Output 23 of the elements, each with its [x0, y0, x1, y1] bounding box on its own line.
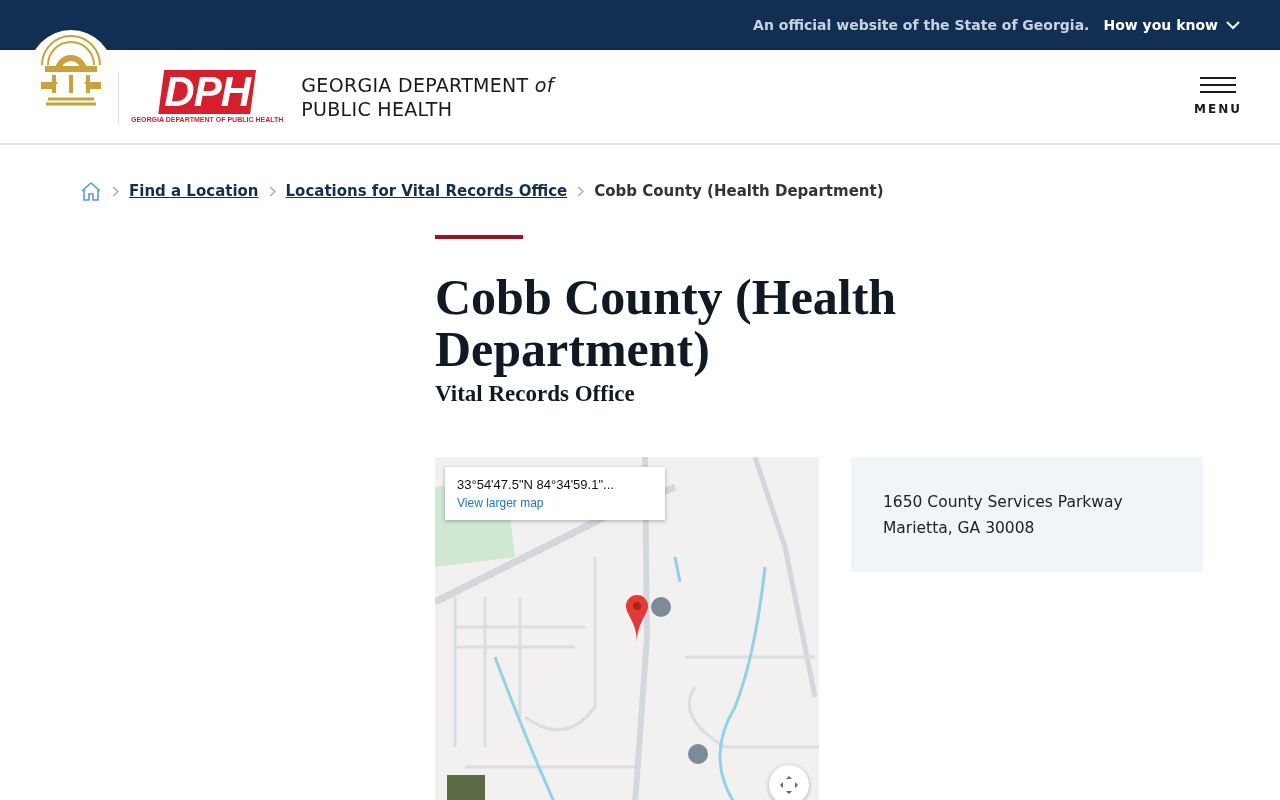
page-subtitle: Vital Records Office	[435, 380, 636, 408]
address-line: Marietta, GA 30008	[883, 518, 1036, 539]
map-coordinates: 33°54'47.5"N 84°34'59.1"...	[457, 477, 615, 492]
address-line: 1650 County Services Parkway	[883, 492, 1124, 513]
breadcrumb-current: Cobb County (Health Department)	[594, 182, 884, 200]
chevron-icon	[577, 185, 585, 197]
how-you-know-toggle[interactable]: How you know	[1103, 17, 1240, 33]
chevron-icon	[268, 185, 276, 197]
capitol-arch-seal-icon	[38, 35, 104, 109]
dph-logo[interactable]: DPH	[158, 70, 256, 114]
menu-button[interactable]: MENU	[1194, 77, 1242, 116]
site-title[interactable]: GEORGIA DEPARTMENT of	[301, 72, 554, 97]
page-title: Cobb County (Health Department)	[435, 271, 898, 375]
breadcrumb-link[interactable]: Find a Location	[129, 182, 259, 200]
view-larger-map-link[interactable]: View larger map	[457, 496, 653, 510]
menu-icon	[1200, 77, 1237, 93]
home-icon[interactable]	[80, 181, 102, 201]
chevron-icon	[112, 185, 119, 197]
site-title[interactable]: PUBLIC HEALTH	[301, 96, 554, 121]
map-panel[interactable]: 33°54'47.5"N 84°34'59.1"... View larger map	[435, 457, 819, 800]
breadcrumb-link[interactable]: Locations for Vital Records Office	[285, 182, 568, 200]
expand-arrows-icon	[778, 774, 800, 796]
official-website-notice: An official website of the State of Georgia.	[753, 17, 1090, 33]
